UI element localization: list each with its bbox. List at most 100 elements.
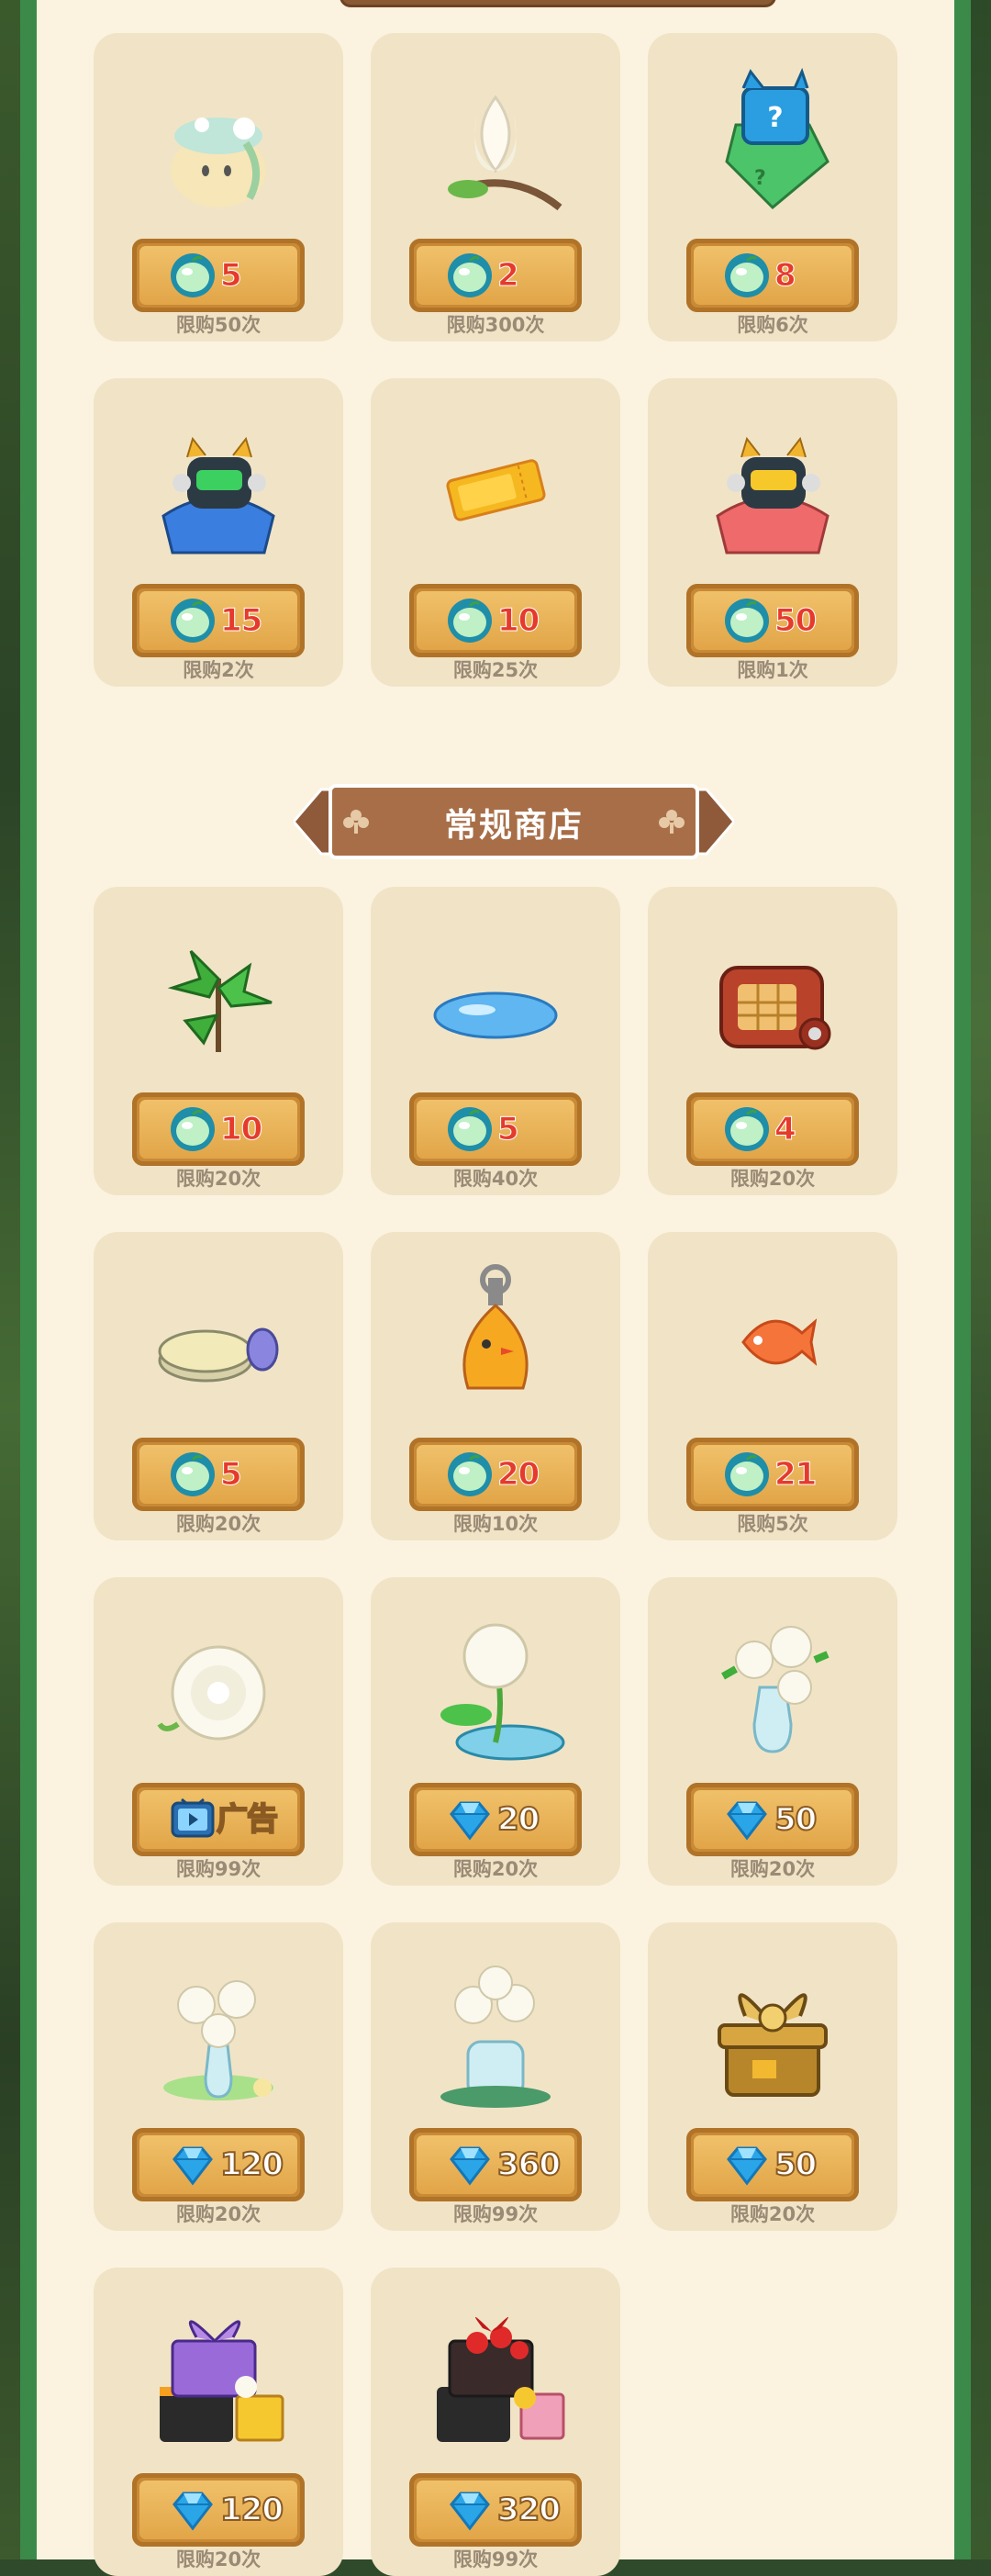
buy-button[interactable]: 2 <box>409 239 582 312</box>
shop-item-card[interactable]: 21 限购5次 <box>648 1232 897 1540</box>
svg-text:?: ? <box>754 167 766 190</box>
gardenia-pond-icon <box>422 1605 569 1770</box>
shop-item-card[interactable]: 15 限购2次 <box>94 378 343 687</box>
buy-button[interactable]: 50 <box>686 1783 859 1856</box>
buy-button[interactable]: 5 <box>409 1092 582 1166</box>
seed-currency-icon <box>723 1450 771 1498</box>
scenery-right <box>971 0 991 2559</box>
shop-item-card[interactable]: 120 限购20次 <box>94 2268 343 2576</box>
price-value: 50 <box>774 1800 818 1839</box>
price-value: 10 <box>219 1111 262 1148</box>
tv-ad-icon <box>169 1796 217 1843</box>
purchase-limit: 限购20次 <box>729 1168 816 1190</box>
shop-item-card[interactable]: 5 限购40次 <box>371 887 620 1195</box>
buy-button[interactable]: 广告 <box>132 1783 305 1856</box>
buy-button[interactable]: 8 <box>686 239 859 312</box>
purchase-limit: 限购1次 <box>737 659 808 681</box>
buy-button[interactable]: 10 <box>132 1092 305 1166</box>
section-banner: 常规商店 <box>292 782 736 861</box>
buy-button[interactable]: 50 <box>686 584 859 657</box>
seed-currency-icon <box>169 597 217 644</box>
shop-item-card[interactable]: 20 限购20次 <box>371 1577 620 1886</box>
shop-item-card[interactable]: 120 限购20次 <box>94 1922 343 2231</box>
seed-currency-icon <box>723 597 771 644</box>
purple-gift-set-icon <box>145 2295 292 2460</box>
diamond-icon <box>723 2141 771 2189</box>
shop-item-card[interactable]: 广告 限购99次 <box>94 1577 343 1886</box>
shop-item-card[interactable]: 50 限购20次 <box>648 1577 897 1886</box>
purchase-limit: 限购10次 <box>452 1513 539 1535</box>
purchase-limit: 限购300次 <box>446 314 545 336</box>
price-value: 50 <box>774 602 817 640</box>
buy-button[interactable]: 20 <box>409 1438 582 1511</box>
buy-button[interactable]: 10 <box>409 584 582 657</box>
shop-item-card[interactable]: 5 限购20次 <box>94 1232 343 1540</box>
green-robot-cat-bed-icon <box>145 406 292 571</box>
buy-button[interactable]: 15 <box>132 584 305 657</box>
buy-button[interactable]: 21 <box>686 1438 859 1511</box>
price-value: 50 <box>774 2145 818 2184</box>
shop-item-card[interactable]: 5 限购50次 <box>94 33 343 342</box>
price-plate <box>694 1100 852 1159</box>
buy-button[interactable]: 50 <box>686 2128 859 2201</box>
buy-button[interactable]: 20 <box>409 1783 582 1856</box>
scenery-left <box>0 0 20 2559</box>
purchase-limit: 限购5次 <box>737 1513 808 1535</box>
purchase-limit: 限购20次 <box>729 1858 816 1880</box>
purchase-limit: 限购50次 <box>175 314 262 336</box>
white-gardenia-icon <box>145 1605 292 1770</box>
buy-button[interactable]: 120 <box>132 2473 305 2547</box>
price-plate <box>417 1790 574 1849</box>
seed-currency-icon <box>723 1105 771 1153</box>
buy-button[interactable]: 120 <box>132 2128 305 2201</box>
buy-button[interactable]: 4 <box>686 1092 859 1166</box>
yellow-robot-cat-bed-icon <box>699 406 846 571</box>
shop-item-card[interactable]: 320 限购99次 <box>371 2268 620 2576</box>
shop-item-card[interactable]: ?? 8 限购6次 <box>648 33 897 342</box>
gardenia-vase-glow-icon <box>145 1950 292 2115</box>
shop-panel: 常规商店 5 限购50次 2 限购300次?? 8 限购6次 15 限购2次 10 限购25次 50… <box>37 0 954 2576</box>
water-drop-icon <box>422 914 569 1080</box>
price-plate <box>139 246 297 305</box>
red-rose-gift-set-icon <box>422 2295 569 2460</box>
shop-item-card[interactable]: 360 限购99次 <box>371 1922 620 2231</box>
purchase-limit: 限购20次 <box>175 1168 262 1190</box>
buy-button[interactable]: 5 <box>132 1438 305 1511</box>
buy-button[interactable]: 5 <box>132 239 305 312</box>
shop-frame: 常规商店 5 限购50次 2 限购300次?? 8 限购6次 15 限购2次 10 限购25次 50… <box>20 0 971 2576</box>
price-value: 120 <box>219 2145 284 2184</box>
price-plate <box>694 2135 852 2194</box>
purchase-limit: 限购20次 <box>175 2548 262 2570</box>
price-value: 8 <box>774 257 797 295</box>
purchase-limit: 限购99次 <box>452 2203 539 2225</box>
svg-text:?: ? <box>767 102 783 134</box>
shop-item-card[interactable]: 2 限购300次 <box>371 33 620 342</box>
price-plate <box>694 246 852 305</box>
seed-currency-icon <box>723 252 771 299</box>
price-plate <box>139 1445 297 1504</box>
price-plate <box>694 1790 852 1849</box>
price-plate <box>417 591 574 650</box>
buy-button[interactable]: 320 <box>409 2473 582 2547</box>
buy-button[interactable]: 360 <box>409 2128 582 2201</box>
purchase-limit: 限购99次 <box>452 2548 539 2570</box>
diamond-icon <box>169 2141 217 2189</box>
diamond-icon <box>446 1796 494 1843</box>
shop-item-card[interactable]: 50 限购20次 <box>648 1922 897 2231</box>
mystery-cat-bag-icon: ?? <box>699 61 846 226</box>
price-value: 2 <box>497 257 520 295</box>
shop-item-card[interactable]: 10 限购20次 <box>94 887 343 1195</box>
price-plate <box>417 246 574 305</box>
price-value: 120 <box>219 2491 284 2529</box>
price-value: 360 <box>496 2145 562 2184</box>
diamond-icon <box>446 2486 494 2534</box>
shop-item-card[interactable]: 10 限购25次 <box>371 378 620 687</box>
shop-item-card[interactable]: 20 限购10次 <box>371 1232 620 1540</box>
shop-item-card[interactable]: 50 限购1次 <box>648 378 897 687</box>
purchase-limit: 限购99次 <box>175 1858 262 1880</box>
orange-fish-icon <box>699 1260 846 1425</box>
price-value: 5 <box>220 1456 243 1494</box>
gardenia-jar-icon <box>422 1950 569 2115</box>
shop-item-card[interactable]: 4 限购20次 <box>648 887 897 1195</box>
purchase-limit: 限购25次 <box>452 659 539 681</box>
